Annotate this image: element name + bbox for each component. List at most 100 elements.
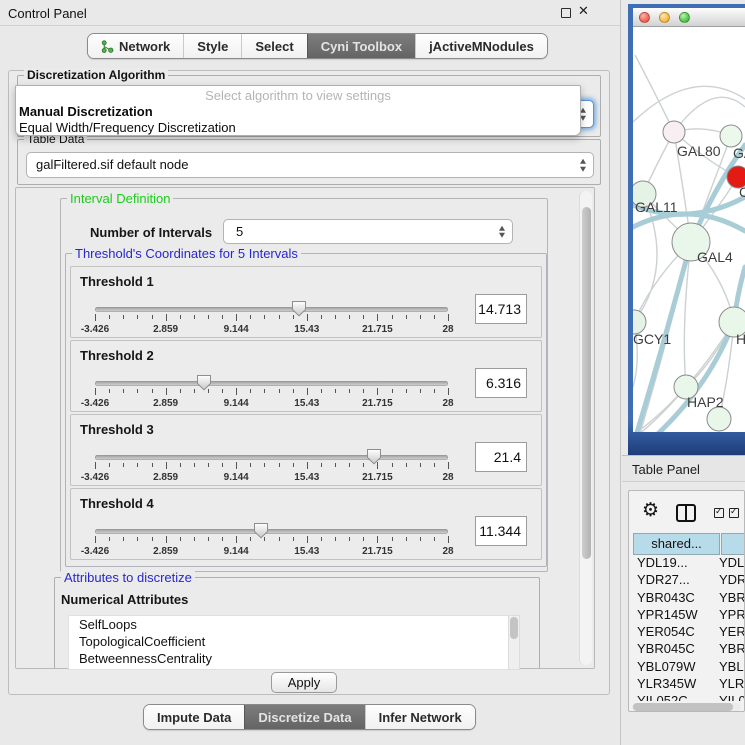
- threshold-2-slider-track[interactable]: [95, 381, 448, 386]
- top-tab-bar: NetworkStyleSelectCyni ToolboxjActiveMNo…: [87, 33, 548, 59]
- table-row[interactable]: YDR27...YDR2: [629, 572, 744, 589]
- bottom-tab-bar: Impute Data Discretize DataInfer Network: [143, 704, 476, 730]
- tick-mark: [180, 537, 181, 541]
- threshold-4-value-field[interactable]: 11.344: [475, 516, 527, 546]
- traffic-light-close-icon[interactable]: [639, 12, 650, 23]
- table-row[interactable]: YPR145WYPR1: [629, 607, 744, 624]
- tab-network[interactable]: Network: [88, 34, 183, 58]
- tick-mark: [264, 315, 265, 319]
- table-row[interactable]: YER054CYER0: [629, 624, 744, 641]
- float-window-icon[interactable]: [561, 8, 571, 18]
- tick-mark: [166, 462, 167, 469]
- network-edge[interactable]: [635, 55, 674, 132]
- tick-mark: [194, 389, 195, 393]
- horizontal-scrollbar-thumb[interactable]: [633, 703, 733, 711]
- table-row[interactable]: YBR045CYBR0: [629, 641, 744, 658]
- attributes-group: Attributes to discretize Numerical Attri…: [54, 577, 540, 669]
- network-edge[interactable]: [633, 86, 745, 122]
- gear-icon[interactable]: ⚙: [642, 501, 659, 520]
- tick-mark: [321, 315, 322, 319]
- number-of-intervals-select[interactable]: 5: [223, 219, 513, 244]
- tab-discretize-data[interactable]: Discretize Data: [244, 705, 364, 729]
- tab-jactivemnodules[interactable]: jActiveMNodules: [415, 34, 547, 58]
- algorithm-option-2[interactable]: Equal Width/Frequency Discretization: [16, 120, 580, 136]
- tick-mark: [236, 314, 237, 321]
- cell-name: YER0: [715, 624, 744, 639]
- threshold-1-slider-track[interactable]: [95, 307, 448, 312]
- tick-mark: [279, 537, 280, 541]
- cell-name: YBL0: [715, 659, 744, 674]
- cell-name: YLR3: [715, 676, 744, 691]
- attributes-scrollbar[interactable]: [508, 615, 520, 670]
- tick-label: 28: [442, 472, 453, 483]
- threshold-1-value-field[interactable]: 14.713: [475, 294, 527, 324]
- tab-select[interactable]: Select: [241, 34, 306, 58]
- cell-name: YDL1: [715, 555, 744, 570]
- tick-label: 28: [442, 546, 453, 557]
- threshold-3-slider-track[interactable]: [95, 455, 448, 460]
- split-table-icon[interactable]: [676, 504, 696, 522]
- checkbox-icon-2[interactable]: [729, 508, 739, 518]
- tick-label: -3.426: [81, 324, 109, 335]
- threshold-2-label: Threshold 2: [80, 348, 154, 363]
- table-data-group: Table Data galFiltered.sif default node: [17, 139, 601, 185]
- tick-mark: [264, 463, 265, 467]
- tick-label: 2.859: [153, 546, 178, 557]
- table-row[interactable]: YLR345WYLR3: [629, 676, 744, 693]
- close-icon[interactable]: ✕: [578, 4, 589, 19]
- traffic-light-zoom-icon[interactable]: [679, 12, 690, 23]
- network-node[interactable]: [663, 121, 685, 143]
- network-node-label: GAL4: [697, 249, 733, 265]
- vertical-scrollbar[interactable]: [579, 191, 592, 665]
- threshold-2-value-field[interactable]: 6.316: [475, 368, 527, 398]
- algorithm-option-1[interactable]: Manual Discretization: [16, 104, 580, 120]
- column-header-1[interactable]: shared...: [633, 533, 720, 555]
- control-panel-window: Control Panel ✕ NetworkStyleSelectCyni T…: [0, 0, 621, 745]
- network-node-label: HAP2: [687, 394, 724, 410]
- tick-mark: [406, 389, 407, 393]
- table-data-select[interactable]: galFiltered.sif default node: [26, 152, 594, 178]
- cell-shared-name: YER054C: [629, 624, 715, 639]
- checkbox-icon-1[interactable]: [714, 508, 724, 518]
- table-row[interactable]: YBR043CYBR0: [629, 590, 744, 607]
- table-row[interactable]: YBL079WYBL0: [629, 659, 744, 676]
- threshold-3-value-field[interactable]: 21.4: [475, 442, 527, 472]
- number-of-intervals-label: Number of Intervals: [90, 225, 212, 240]
- vertical-scrollbar-thumb[interactable]: [582, 207, 591, 559]
- tab-label: Impute Data: [157, 710, 231, 725]
- tick-mark: [264, 389, 265, 393]
- network-graph-canvas[interactable]: GAL80GACGAL11GAL4GCY1HHAP2: [633, 27, 745, 432]
- threshold-3-slider-thumb[interactable]: [366, 448, 382, 465]
- tick-mark: [123, 463, 124, 467]
- tab-impute-data[interactable]: Impute Data: [144, 705, 244, 729]
- table-row[interactable]: YIL052CYIL0: [629, 693, 744, 701]
- tick-label: 2.859: [153, 324, 178, 335]
- cell-name: YBR0: [715, 641, 744, 656]
- attributes-scrollbar-thumb[interactable]: [510, 617, 518, 639]
- threshold-1-slider-thumb[interactable]: [291, 300, 307, 317]
- tab-infer-network[interactable]: Infer Network: [365, 705, 475, 729]
- number-of-intervals-value: 5: [236, 220, 243, 243]
- tick-mark: [420, 463, 421, 467]
- attribute-item[interactable]: TopologicalCoefficient: [69, 633, 518, 650]
- threshold-4-slider-track[interactable]: [95, 529, 448, 534]
- attribute-item[interactable]: SelfLoops: [69, 616, 518, 633]
- threshold-4-slider-thumb[interactable]: [253, 522, 269, 539]
- tab-cyni-toolbox[interactable]: Cyni Toolbox: [307, 34, 415, 58]
- tab-style[interactable]: Style: [183, 34, 241, 58]
- combo-stepper-icon: [499, 225, 505, 238]
- horizontal-scrollbar[interactable]: [632, 703, 741, 711]
- table-row[interactable]: YDL19...YDL1: [629, 555, 744, 572]
- numerical-attributes-list[interactable]: SelfLoopsTopologicalCoefficientBetweenne…: [68, 615, 519, 670]
- tick-mark: [208, 315, 209, 319]
- attribute-item[interactable]: BetweennessCentrality: [69, 650, 518, 667]
- traffic-light-minimize-icon[interactable]: [659, 12, 670, 23]
- threshold-2-slider-thumb[interactable]: [196, 374, 212, 391]
- tick-mark: [279, 463, 280, 467]
- network-node[interactable]: [720, 125, 742, 147]
- column-header-2[interactable]: na: [721, 533, 745, 555]
- apply-button[interactable]: Apply: [271, 672, 337, 693]
- tick-mark: [109, 463, 110, 467]
- tick-mark: [95, 388, 96, 395]
- network-node[interactable]: [707, 407, 731, 431]
